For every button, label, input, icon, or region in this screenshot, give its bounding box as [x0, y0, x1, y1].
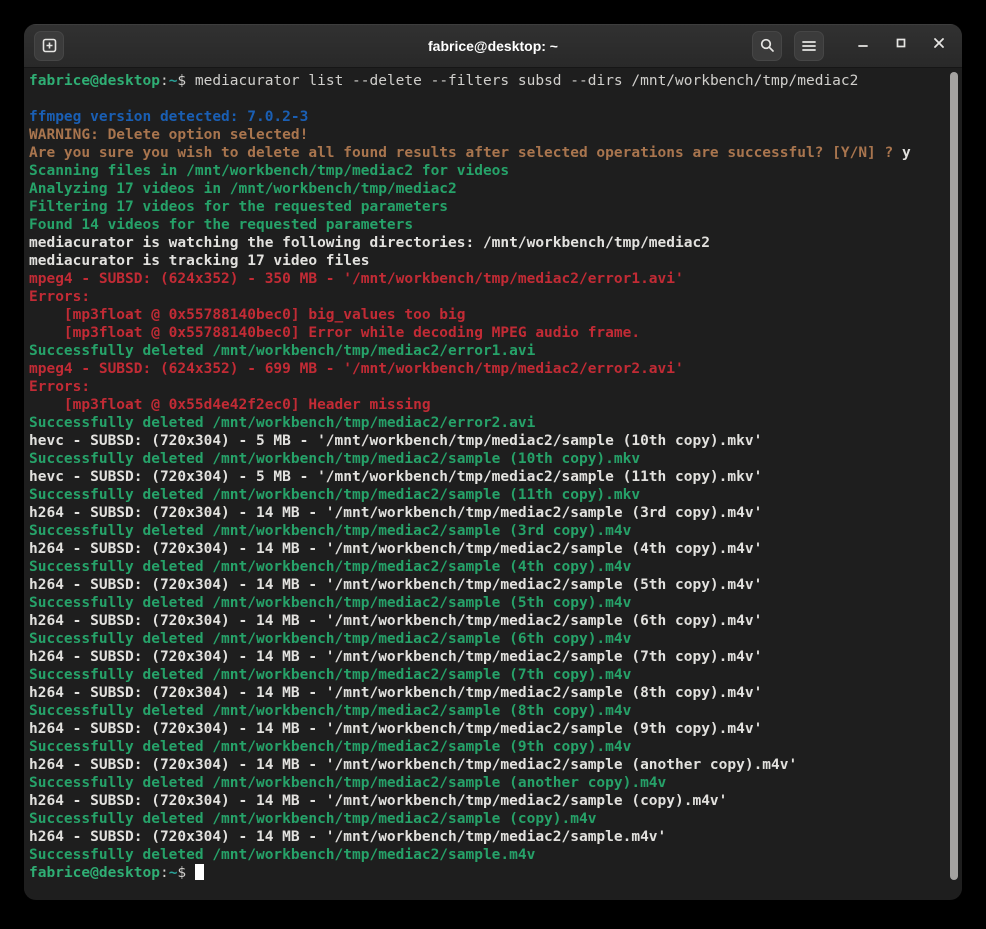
hamburger-icon	[801, 39, 817, 53]
new-tab-button[interactable]	[34, 31, 64, 61]
scrollbar-thumb[interactable]	[950, 72, 958, 880]
terminal-line: hevc - SUBSD: (720x304) - 5 MB - '/mnt/w…	[29, 468, 962, 486]
terminal-line: Scanning files in /mnt/workbench/tmp/med…	[29, 162, 962, 180]
minimize-button[interactable]	[850, 33, 876, 59]
terminal-line: h264 - SUBSD: (720x304) - 14 MB - '/mnt/…	[29, 684, 962, 702]
terminal-line: ffmpeg version detected: 7.0.2-3	[29, 108, 962, 126]
close-button[interactable]	[926, 33, 952, 59]
terminal-line: Successfully deleted /mnt/workbench/tmp/…	[29, 666, 962, 684]
titlebar: fabrice@desktop: ~	[24, 24, 962, 68]
terminal-window: fabrice@desktop: ~	[24, 24, 962, 900]
terminal-line: Filtering 17 videos for the requested pa…	[29, 198, 962, 216]
terminal-line: Errors:	[29, 288, 962, 306]
terminal-screen[interactable]: fabrice@desktop:~$ mediacurator list --d…	[24, 68, 962, 899]
terminal-line: [mp3float @ 0x55788140bec0] Error while …	[29, 324, 962, 342]
search-icon	[759, 37, 776, 54]
terminal-line: h264 - SUBSD: (720x304) - 14 MB - '/mnt/…	[29, 648, 962, 666]
terminal-line: Found 14 videos for the requested parame…	[29, 216, 962, 234]
terminal-line: Successfully deleted /mnt/workbench/tmp/…	[29, 846, 962, 864]
terminal-line: h264 - SUBSD: (720x304) - 14 MB - '/mnt/…	[29, 540, 962, 558]
terminal-line: WARNING: Delete option selected!	[29, 126, 962, 144]
cursor-block	[195, 864, 204, 880]
terminal-line: h264 - SUBSD: (720x304) - 14 MB - '/mnt/…	[29, 828, 962, 846]
terminal-line: Successfully deleted /mnt/workbench/tmp/…	[29, 810, 962, 828]
terminal-line: mediacurator is tracking 17 video files	[29, 252, 962, 270]
terminal-line: h264 - SUBSD: (720x304) - 14 MB - '/mnt/…	[29, 504, 962, 522]
maximize-button[interactable]	[888, 33, 914, 59]
terminal-line: mediacurator is watching the following d…	[29, 234, 962, 252]
terminal-output: fabrice@desktop:~$ mediacurator list --d…	[29, 72, 962, 882]
terminal-line: h264 - SUBSD: (720x304) - 14 MB - '/mnt/…	[29, 792, 962, 810]
terminal-line: Successfully deleted /mnt/workbench/tmp/…	[29, 522, 962, 540]
terminal-line: Successfully deleted /mnt/workbench/tmp/…	[29, 558, 962, 576]
terminal-line: h264 - SUBSD: (720x304) - 14 MB - '/mnt/…	[29, 756, 962, 774]
terminal-line: h264 - SUBSD: (720x304) - 14 MB - '/mnt/…	[29, 612, 962, 630]
terminal-line: [mp3float @ 0x55d4e42f2ec0] Header missi…	[29, 396, 962, 414]
search-button[interactable]	[752, 31, 782, 61]
terminal-line: Are you sure you wish to delete all foun…	[29, 144, 962, 162]
terminal-line: Successfully deleted /mnt/workbench/tmp/…	[29, 414, 962, 432]
terminal-line: h264 - SUBSD: (720x304) - 14 MB - '/mnt/…	[29, 720, 962, 738]
terminal-line: Successfully deleted /mnt/workbench/tmp/…	[29, 594, 962, 612]
terminal-line: Successfully deleted /mnt/workbench/tmp/…	[29, 702, 962, 720]
terminal-line: h264 - SUBSD: (720x304) - 14 MB - '/mnt/…	[29, 576, 962, 594]
maximize-icon	[894, 36, 908, 55]
terminal-line: Successfully deleted /mnt/workbench/tmp/…	[29, 450, 962, 468]
terminal-line: Successfully deleted /mnt/workbench/tmp/…	[29, 342, 962, 360]
terminal-line: Successfully deleted /mnt/workbench/tmp/…	[29, 630, 962, 648]
terminal-line: mpeg4 - SUBSD: (624x352) - 350 MB - '/mn…	[29, 270, 962, 288]
terminal-line: Errors:	[29, 378, 962, 396]
new-tab-icon	[41, 37, 58, 54]
terminal-line	[29, 90, 962, 108]
menu-button[interactable]	[794, 31, 824, 61]
terminal-line: mpeg4 - SUBSD: (624x352) - 699 MB - '/mn…	[29, 360, 962, 378]
window-title: fabrice@desktop: ~	[428, 38, 558, 54]
terminal-line: hevc - SUBSD: (720x304) - 5 MB - '/mnt/w…	[29, 432, 962, 450]
terminal-line: fabrice@desktop:~$ mediacurator list --d…	[29, 72, 962, 90]
terminal-line: [mp3float @ 0x55788140bec0] big_values t…	[29, 306, 962, 324]
terminal-line: Successfully deleted /mnt/workbench/tmp/…	[29, 486, 962, 504]
terminal-line: Successfully deleted /mnt/workbench/tmp/…	[29, 738, 962, 756]
close-icon	[932, 36, 946, 55]
terminal-line: Analyzing 17 videos in /mnt/workbench/tm…	[29, 180, 962, 198]
terminal-line: fabrice@desktop:~$	[29, 864, 962, 882]
minimize-icon	[856, 36, 870, 55]
terminal-line: Successfully deleted /mnt/workbench/tmp/…	[29, 774, 962, 792]
